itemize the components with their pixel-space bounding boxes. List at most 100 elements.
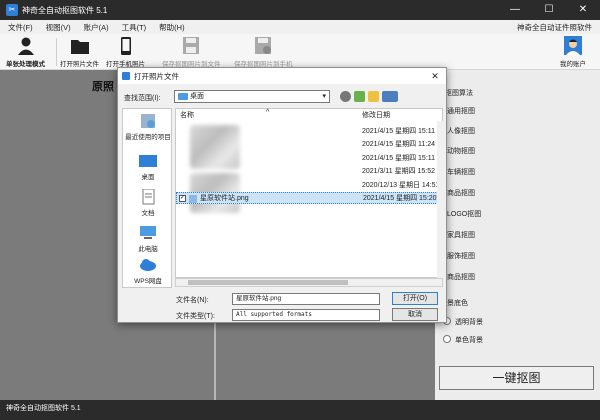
dialog-close-icon[interactable]: ✕	[424, 71, 446, 82]
save-file-button[interactable]: 保存抠图照片到文件	[162, 36, 221, 68]
id-photo-app-link[interactable]: 神奇全自动证件照软件	[517, 22, 592, 33]
file-row[interactable]: 2021/4/15 星期四 11:24	[176, 139, 440, 151]
sort-caret-icon: ^	[266, 109, 270, 116]
solid-bg-radio[interactable]	[443, 335, 451, 343]
file-row[interactable]: 2021/4/15 星期四 15:11	[176, 153, 440, 165]
status-bar: 神奇全自动抠图软件 5.1	[0, 400, 600, 420]
place-this-pc-label: 此电脑	[138, 246, 158, 253]
file-date: 2021/4/15 星期四 15:11	[362, 128, 436, 135]
file-list-vertical-scrollbar[interactable]	[437, 121, 443, 278]
dialog-title: 打开照片文件	[134, 71, 179, 81]
toolbar: 单张处理模式 打开照片文件 打开手机照片 保存抠图照片到文件 保存抠图照片到手机…	[0, 34, 600, 70]
recent-items-icon	[139, 113, 157, 129]
background-section-title: 景底色	[447, 300, 468, 307]
column-name[interactable]: 名称	[180, 109, 194, 122]
places-bar: 最近使用的项目 桌面 文档 此电脑 WPS网盘	[122, 108, 172, 288]
new-folder-icon[interactable]	[368, 91, 379, 102]
open-image-button[interactable]: 打开照片文件	[60, 36, 99, 68]
view-menu-icon[interactable]	[382, 91, 398, 102]
original-image-label: 原照	[92, 80, 114, 93]
place-recent[interactable]: 最近使用的项目	[123, 113, 173, 141]
menu-help[interactable]: 帮助(H)	[159, 22, 184, 33]
algo-vehicle[interactable]: 车辆抠图	[447, 167, 475, 177]
batch-mode-label: 单张处理模式	[6, 61, 45, 68]
file-name: 星原软件站.png	[200, 195, 249, 202]
desktop-folder-icon	[178, 93, 188, 100]
user-icon	[15, 36, 37, 56]
filename-input[interactable]: 星原软件站.png	[232, 293, 380, 305]
file-row[interactable]: 2020/12/13 星期日 14:51	[176, 180, 440, 192]
phone-icon	[115, 36, 137, 56]
panel-divider	[214, 320, 216, 400]
algo-goods[interactable]: 商品抠图	[447, 272, 475, 282]
minimize-button[interactable]: —	[498, 0, 532, 20]
file-list-horizontal-scrollbar[interactable]	[175, 278, 443, 287]
save-phone-button[interactable]: 保存抠图照片到手机	[234, 36, 293, 68]
open-phone-button[interactable]: 打开手机照片	[106, 36, 145, 68]
file-date: 2020/12/13 星期日 14:51	[362, 182, 440, 189]
algo-portrait[interactable]: 人像抠图	[447, 126, 475, 136]
menu-tools[interactable]: 工具(T)	[122, 22, 147, 33]
file-date: 2021/4/15 星期四 15:11	[362, 155, 436, 162]
title-bar: ✂ 神奇全自动抠图软件 5.1 — ☐ ✕	[0, 0, 600, 20]
file-row[interactable]: 2021/3/11 星期四 15:52	[176, 166, 440, 178]
menu-view[interactable]: 视图(V)	[46, 22, 71, 33]
scroll-thumb[interactable]	[188, 280, 348, 285]
algorithm-section-title: 抠图算法	[445, 90, 473, 97]
back-icon[interactable]	[340, 91, 351, 102]
algo-logo[interactable]: LOGO抠图	[447, 209, 481, 219]
window-title: 神奇全自动抠图软件 5.1	[22, 5, 108, 15]
place-desktop[interactable]: 桌面	[123, 153, 173, 181]
filetype-select[interactable]: All supported formats	[232, 309, 380, 321]
lookin-label: 查找范围(I):	[124, 95, 161, 102]
file-list: 名称 ^ 修改日期 2021/4/15 星期四 15:11 2021/4/15 …	[175, 108, 443, 278]
place-documents-label: 文档	[141, 210, 155, 217]
filetype-label: 文件类型(T):	[176, 313, 215, 320]
algo-furniture[interactable]: 家具抠图	[447, 230, 475, 240]
algo-clothing[interactable]: 服饰抠图	[447, 251, 475, 261]
save-disk-icon	[180, 36, 202, 56]
avatar	[562, 36, 584, 56]
algo-general[interactable]: 通用抠图	[447, 106, 475, 116]
place-documents[interactable]: 文档	[123, 188, 173, 217]
open-image-label: 打开照片文件	[60, 61, 99, 68]
maximize-button[interactable]: ☐	[532, 0, 566, 20]
cancel-button[interactable]: 取消	[392, 308, 438, 321]
app-icon: ✂	[6, 4, 18, 16]
place-wps-cloud-label: WPS网盘	[134, 278, 162, 285]
place-desktop-label: 桌面	[141, 174, 155, 181]
close-button[interactable]: ✕	[566, 0, 600, 20]
up-folder-icon[interactable]	[354, 91, 365, 102]
batch-mode-button[interactable]: 单张处理模式	[6, 36, 45, 68]
dialog-app-icon	[122, 72, 130, 80]
place-recent-label: 最近使用的项目	[125, 134, 171, 141]
menu-account[interactable]: 账户(A)	[84, 22, 109, 33]
menu-bar: 文件(F) 视图(V) 账户(A) 工具(T) 帮助(H) 神奇全自动证件照软件	[0, 20, 600, 34]
file-row-selected[interactable]: ✓ 星原软件站.png 2021/4/15 星期四 15:20	[176, 192, 440, 204]
column-date[interactable]: 修改日期	[362, 109, 390, 122]
algo-animal[interactable]: 动物抠图	[447, 146, 475, 156]
file-row[interactable]: 2021/4/15 星期四 15:11	[176, 126, 440, 138]
open-button[interactable]: 打开(O)	[392, 292, 438, 305]
desktop-icon	[139, 153, 157, 169]
open-file-dialog: 打开照片文件 ✕ 查找范围(I): 桌面 ▾ 最近使用的项目 桌面 文档 此电脑…	[117, 67, 447, 323]
documents-icon	[139, 188, 157, 205]
lookin-select[interactable]: 桌面 ▾	[174, 90, 330, 103]
place-wps-cloud[interactable]: WPS网盘	[123, 257, 173, 285]
png-file-icon	[189, 195, 197, 203]
one-click-cutout-button[interactable]: 一键抠图	[439, 366, 594, 390]
app-window: ✂ 神奇全自动抠图软件 5.1 — ☐ ✕ 文件(F) 视图(V) 账户(A) …	[0, 0, 600, 420]
transparent-bg-label: 透明背景	[455, 319, 483, 326]
filename-label: 文件名(N):	[176, 297, 209, 304]
my-account-button[interactable]: 我的账户	[560, 36, 586, 68]
toolbar-divider	[56, 38, 57, 66]
file-date: 2021/4/15 星期四 15:20	[363, 195, 437, 202]
algo-product[interactable]: 商品抠图	[447, 188, 475, 198]
menu-file[interactable]: 文件(F)	[8, 22, 33, 33]
dialog-title-bar: 打开照片文件 ✕	[118, 68, 446, 84]
place-this-pc[interactable]: 此电脑	[123, 225, 173, 253]
my-account-label: 我的账户	[560, 61, 586, 68]
window-controls: — ☐ ✕	[498, 0, 600, 20]
file-date: 2021/4/15 星期四 11:24	[362, 141, 436, 148]
file-checkbox[interactable]: ✓	[179, 195, 186, 202]
